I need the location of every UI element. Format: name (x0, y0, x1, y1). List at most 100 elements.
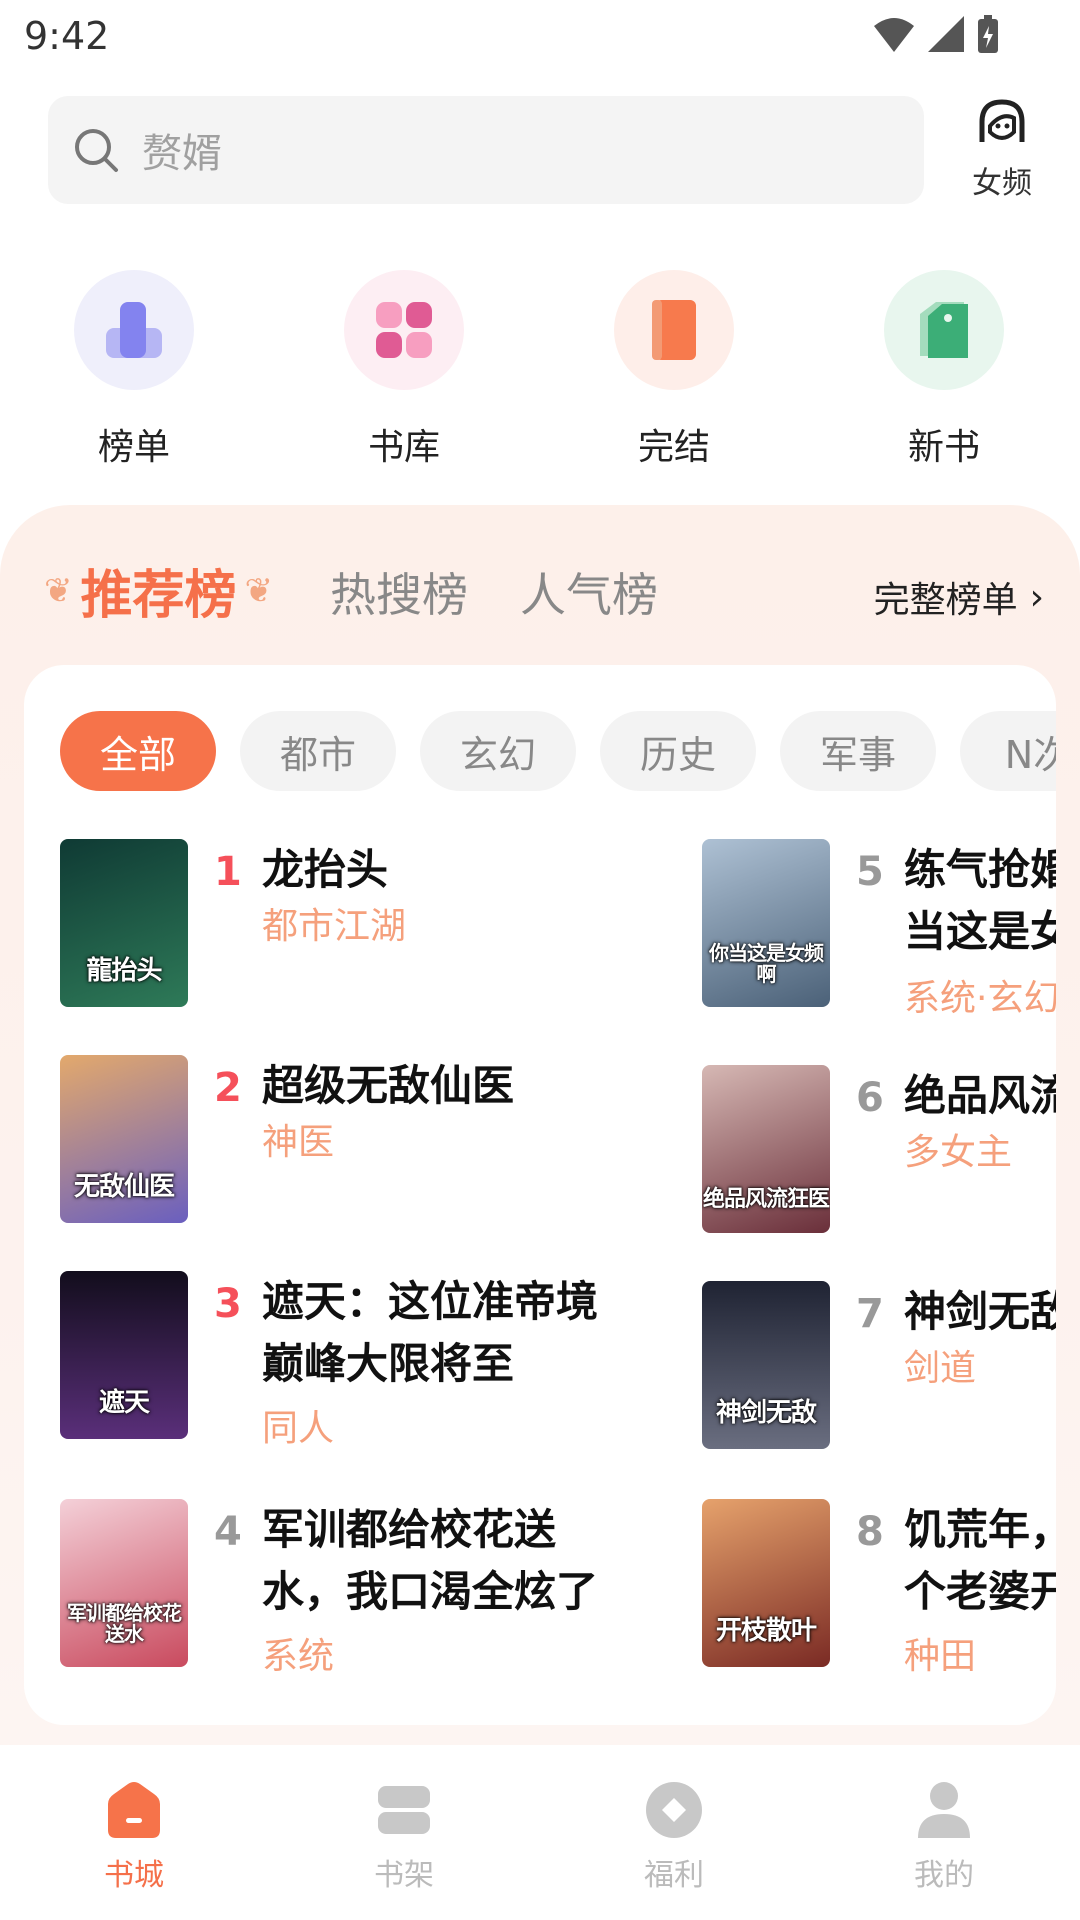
book-tag: 都市江湖 (262, 906, 407, 947)
search-icon (75, 129, 118, 172)
bottom-nav: 书城 书架 福利 我的 (0, 1748, 1080, 1920)
nav-label: 书城 (104, 1858, 164, 1893)
tab-recommend[interactable]: ❦ 推荐榜 ❦ (44, 553, 273, 628)
status-icons (872, 14, 1000, 54)
category-completed[interactable]: 完结 (584, 270, 764, 470)
book-title: 神剑无敌 (904, 1287, 1056, 1336)
book-title-line-2: 当这是女 (904, 907, 1056, 956)
book-icon (614, 270, 734, 390)
book-cover: 绝品风流狂医 (702, 1065, 830, 1233)
book-cover: 遮天 (60, 1271, 188, 1439)
category-label: 新书 (907, 427, 980, 468)
book-title-line-1: 遮天：这位准帝境 (262, 1277, 599, 1326)
cover-title: 遮天 (98, 1387, 150, 1418)
grid-icon (344, 270, 464, 390)
book-title-line-1: 练气抢婚 (904, 845, 1056, 894)
chip-urban[interactable]: 都市 (240, 711, 396, 791)
book-cover: 你当这是女频啊 (702, 839, 830, 1007)
ranking-tabs: ❦ 推荐榜 ❦ 热搜榜 人气榜 完整榜单 › (44, 553, 1044, 637)
female-channel-label: 女频 (972, 166, 1032, 201)
status-bar: 9:42 (0, 0, 1080, 76)
diamond-coin-icon (646, 1782, 702, 1838)
ranking-panel: ❦ 推荐榜 ❦ 热搜榜 人气榜 完整榜单 › 全部 都市 玄幻 历史 军事 N次… (0, 505, 1080, 1745)
chip-history[interactable]: 历史 (600, 711, 756, 791)
chip-military[interactable]: 军事 (780, 711, 936, 791)
nav-label: 书架 (374, 1858, 434, 1893)
cover-title: 军训都给校花送水 (67, 1601, 182, 1646)
cover-title: 龍抬头 (86, 955, 162, 986)
book-title-line-2: 水，我口渴全炫了 (262, 1567, 599, 1616)
rank-number: 2 (214, 1065, 242, 1111)
nav-label: 我的 (914, 1858, 974, 1893)
chip-anime[interactable]: N次 (960, 711, 1056, 791)
tab-recommend-label: 推荐榜 (80, 566, 237, 626)
full-ranking-link[interactable]: 完整榜单 › (874, 571, 1044, 623)
signal-icon (928, 16, 964, 52)
book-title: 超级无敌仙医 (262, 1061, 515, 1110)
nav-label: 福利 (644, 1858, 704, 1893)
female-face-icon (979, 99, 1025, 142)
nav-rewards[interactable]: 福利 (594, 1780, 754, 1894)
chip-fantasy[interactable]: 玄幻 (420, 711, 576, 791)
book-item[interactable]: 绝品风流狂医 6 绝品风流 多女主 (702, 1065, 1056, 1245)
wifi-icon (874, 18, 914, 52)
rank-number: 6 (856, 1075, 884, 1121)
rank-number: 8 (856, 1509, 884, 1555)
book-cover: 无敌仙医 (60, 1055, 188, 1223)
nav-bookstore[interactable]: 书城 (54, 1780, 214, 1894)
cover-title: 无敌仙医 (73, 1171, 175, 1202)
book-title-line-1: 军训都给校花送 (262, 1505, 557, 1554)
nav-profile[interactable]: 我的 (864, 1780, 1024, 1894)
book-cover: 龍抬头 (60, 839, 188, 1007)
user-icon (918, 1782, 970, 1838)
laurel-left-icon: ❦ (44, 570, 73, 611)
rank-number: 3 (214, 1281, 242, 1327)
book-cover: 神剑无敌 (702, 1281, 830, 1449)
book-tag: 神医 (262, 1122, 335, 1163)
category-label: 榜单 (97, 427, 170, 468)
category-new-books[interactable]: 新书 (854, 270, 1034, 470)
nav-bookshelf[interactable]: 书架 (324, 1780, 484, 1894)
genre-chips: 全部 都市 玄幻 历史 军事 N次 (60, 711, 1056, 791)
rank-number: 4 (214, 1509, 242, 1555)
ranking-card: 全部 都市 玄幻 历史 军事 N次 龍抬头 1 龙抬头 都市江湖 无敌仙医 2 … (24, 665, 1056, 1725)
cover-title: 你当这是女频啊 (709, 941, 824, 986)
book-title-line-2: 巅峰大限将至 (262, 1339, 515, 1388)
ranking-icon (74, 270, 194, 390)
book-item[interactable]: 神剑无敌 7 神剑无敌 剑道 (702, 1281, 1056, 1461)
category-library[interactable]: 书库 (314, 270, 494, 470)
rank-number: 7 (856, 1291, 884, 1337)
book-tag: 剑道 (904, 1348, 977, 1389)
category-label: 书库 (367, 427, 440, 468)
chevron-right-icon: › (1029, 576, 1044, 618)
book-title-line-2: 个老婆开 (904, 1567, 1056, 1616)
tab-hot-search[interactable]: 热搜榜 (330, 559, 468, 625)
book-item[interactable]: 遮天 3 遮天：这位准帝境 巅峰大限将至 同人 (60, 1271, 660, 1451)
chip-all[interactable]: 全部 (60, 711, 216, 791)
book-item[interactable]: 开枝散叶 8 饥荒年， 个老婆开 种田 (702, 1499, 1056, 1679)
book-item[interactable]: 军训都给校花送水 4 军训都给校花送 水，我口渴全炫了 系统 (60, 1499, 660, 1679)
rank-number: 1 (214, 849, 242, 895)
tab-popularity[interactable]: 人气榜 (520, 559, 658, 625)
female-channel-button[interactable]: 女频 (952, 96, 1052, 206)
full-ranking-label: 完整榜单 (873, 580, 1018, 621)
book-tag: 系统 (262, 1636, 335, 1677)
category-ranking[interactable]: 榜单 (44, 270, 224, 470)
home-icon (108, 1782, 160, 1838)
book-tag: 多女主 (904, 1132, 1013, 1173)
book-item[interactable]: 龍抬头 1 龙抬头 都市江湖 (60, 839, 660, 1019)
book-item[interactable]: 你当这是女频啊 5 练气抢婚 当这是女 系统·玄幻 (702, 839, 1056, 1019)
book-title: 绝品风流 (904, 1071, 1056, 1120)
book-title: 龙抬头 (262, 845, 389, 894)
search-input[interactable]: 赘婿 (48, 96, 924, 204)
rank-number: 5 (856, 849, 884, 895)
laurel-right-icon: ❦ (244, 570, 274, 611)
category-shortcuts: 榜单 书库 完结 新书 (0, 270, 1080, 470)
bookshelf-icon (378, 1786, 430, 1834)
cover-title: 神剑无敌 (715, 1397, 817, 1428)
cover-title: 开枝散叶 (715, 1615, 817, 1646)
book-item[interactable]: 无敌仙医 2 超级无敌仙医 神医 (60, 1055, 660, 1235)
book-tag: 同人 (262, 1408, 335, 1449)
battery-icon (978, 15, 998, 53)
book-tag: 种田 (904, 1636, 977, 1677)
